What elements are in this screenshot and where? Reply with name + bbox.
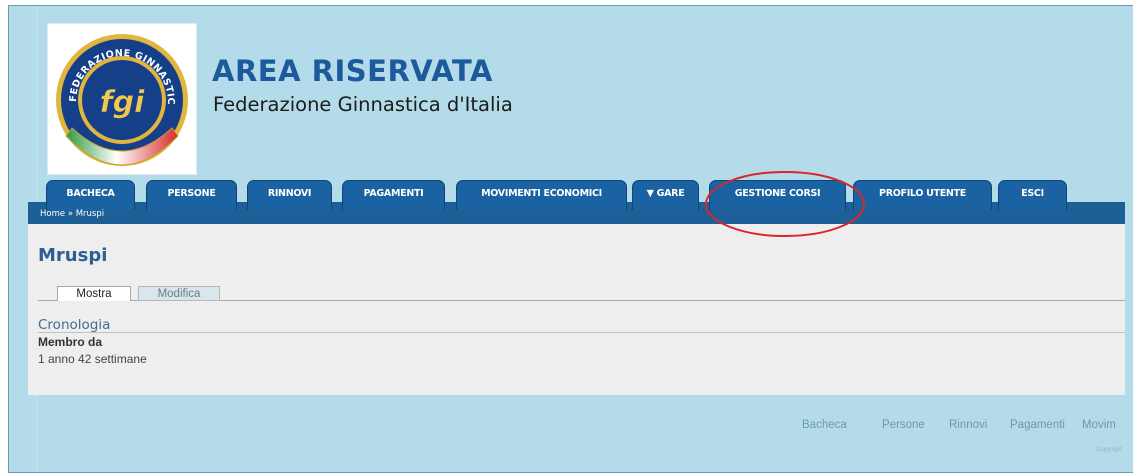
breadcrumb-separator: » <box>67 209 74 219</box>
tab-persone[interactable]: PERSONE <box>146 180 237 210</box>
main-content <box>28 224 1125 395</box>
tab-movimenti-economici[interactable]: MOVIMENTI ECONOMICI <box>456 180 627 210</box>
member-since-label: Membro da <box>38 335 103 349</box>
section-title-cronologia: Cronologia <box>38 317 111 333</box>
breadcrumb: Home » Mruspi <box>40 209 104 219</box>
tab-modifica[interactable]: Modifica <box>138 286 220 301</box>
site-subtitle: Federazione Ginnastica d'Italia <box>213 93 513 116</box>
member-since-value: 1 anno 42 settimane <box>38 352 147 366</box>
footer-link-movimenti[interactable]: Movim <box>1082 419 1116 431</box>
breadcrumb-current: Mruspi <box>75 209 105 219</box>
section-divider <box>38 332 1125 333</box>
logo-mark: fgi <box>100 85 146 120</box>
tab-pagamenti[interactable]: PAGAMENTI <box>342 180 445 210</box>
footer-link-pagamenti[interactable]: Pagamenti <box>1010 419 1065 431</box>
tab-gare[interactable]: ▼ GARE <box>632 180 699 210</box>
site-title: AREA RISERVATA <box>212 54 493 88</box>
tab-bacheca[interactable]: BACHECA <box>46 180 135 210</box>
tab-esci[interactable]: ESCI <box>998 180 1067 210</box>
breadcrumb-home-link[interactable]: Home <box>40 209 65 219</box>
tab-mostra[interactable]: Mostra <box>57 286 131 301</box>
tab-rinnovi[interactable]: RINNOVI <box>247 180 332 210</box>
tab-profilo-utente[interactable]: PROFILO UTENTE <box>853 180 992 210</box>
page-title: Mruspi <box>38 245 108 266</box>
footer-link-rinnovi[interactable]: Rinnovi <box>949 419 987 431</box>
footer-link-bacheca[interactable]: Bacheca <box>802 419 847 431</box>
tab-gestione-corsi[interactable]: GESTIONE CORSI <box>709 180 846 210</box>
fgi-emblem-icon: FEDERAZIONE GINNASTICA D'ITALIA fgi <box>48 24 188 166</box>
copyright-text: Copyright <box>1096 447 1122 453</box>
fgi-logo[interactable]: FEDERAZIONE GINNASTICA D'ITALIA fgi <box>47 23 197 175</box>
footer-link-persone[interactable]: Persone <box>882 419 925 431</box>
